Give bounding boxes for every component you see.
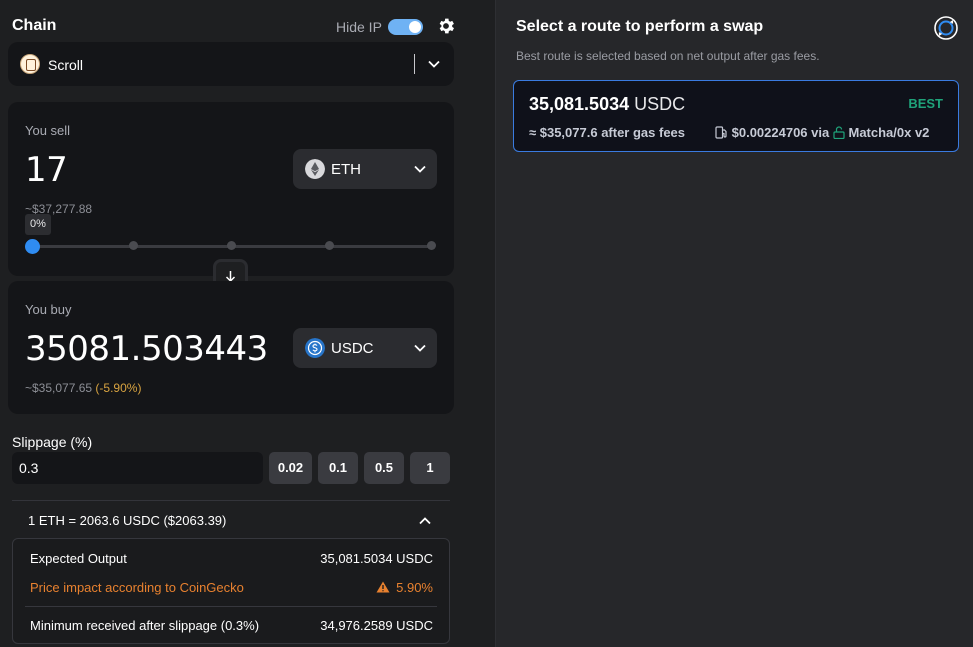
gear-icon[interactable] [436,16,456,36]
swap-panel: Chain Hide IP Scroll You sell 17 ~$37,27… [0,0,470,647]
sell-amount-input[interactable]: 17 [25,150,68,190]
gas-pump-icon [715,126,727,139]
slippage-preset-0.5[interactable]: 0.5 [364,452,404,484]
column-gap [470,0,495,647]
route-provider: Matcha/0x v2 [848,125,930,140]
sell-token-name: ETH [331,161,361,178]
slippage-label: Slippage (%) [12,434,93,450]
slippage-preset-0.1[interactable]: 0.1 [318,452,358,484]
chevron-down-icon [414,344,426,352]
chevron-down-icon [414,165,426,173]
slippage-input[interactable] [12,452,263,484]
buy-amount: 35081.503443 [25,329,268,369]
route-token: USDC [634,94,686,114]
buy-panel: You buy 35081.503443 ~$35,077.65 (-5.90%… [8,281,454,414]
chevron-down-icon[interactable] [427,57,441,71]
divider [25,606,437,607]
usdc-icon [305,338,325,358]
hide-ip-label: Hide IP [336,19,382,35]
sell-token-selector[interactable]: ETH [293,149,437,189]
routes-panel: Select a route to perform a swap Best ro… [495,0,973,647]
hide-ip-toggle[interactable] [388,19,423,35]
slider-tooltip: 0% [25,214,51,235]
route-output: 35,081.5034 USDC [529,94,685,115]
eth-icon [305,159,325,179]
route-net-output: ≈ $35,077.6 after gas fees [529,125,686,140]
price-impact-label: Price impact according to CoinGecko [30,580,244,595]
warning-icon [376,581,390,593]
rate-toggle-row[interactable]: 1 ETH = 2063.6 USDC ($2063.39) [12,500,450,538]
scroll-logo-icon [20,54,40,74]
route-option[interactable]: 35,081.5034 USDC BEST ≈ $35,077.6 after … [513,80,959,152]
buy-label: You buy [25,302,72,317]
slider-step-25[interactable] [129,241,138,250]
slider-step-100[interactable] [427,241,436,250]
slider-handle[interactable] [25,239,40,254]
min-received-label: Minimum received after slippage (0.3%) [30,618,260,633]
refresh-icon[interactable] [934,16,958,40]
best-badge: BEST [908,96,943,111]
buy-token-name: USDC [331,340,374,357]
chain-name: Scroll [48,57,84,73]
exchange-rate: 1 ETH = 2063.6 USDC ($2063.39) [28,513,227,528]
min-received-value: 34,976.2589 USDC [320,618,433,633]
sell-panel: You sell 17 ~$37,277.88 ETH 0% [8,102,454,276]
buy-token-selector[interactable]: USDC [293,328,437,368]
buy-usd-value: ~$35,077.65 (-5.90%) [25,381,141,395]
price-impact-value: 5.90% [396,580,433,595]
route-gas-cost: $0.00224706 via [731,125,830,140]
sell-label: You sell [25,123,71,138]
price-impact-value-row: 5.90% [376,580,433,595]
route-gas-info: $0.00224706 via Matcha/0x v2 [715,125,929,140]
chevron-up-icon[interactable] [418,514,432,528]
chain-selector[interactable]: Scroll [8,42,454,86]
expected-output-label: Expected Output [30,551,127,566]
toggle-knob [409,21,421,33]
route-amount-value: 35,081.5034 [529,94,630,114]
slider-step-50[interactable] [227,241,236,250]
slider-step-75[interactable] [325,241,334,250]
chain-title: Chain [12,17,57,34]
slippage-preset-0.02[interactable]: 0.02 [269,452,312,484]
swap-details: Expected Output 35,081.5034 USDC Price i… [12,538,450,644]
unlock-icon [833,126,845,140]
expected-output-value: 35,081.5034 USDC [320,551,433,566]
routes-subtitle: Best route is selected based on net outp… [516,49,820,63]
buy-usd-amount: ~$35,077.65 [25,381,93,395]
divider [414,54,415,74]
buy-impact-percent: (-5.90%) [95,381,142,395]
routes-title: Select a route to perform a swap [516,18,764,35]
slippage-preset-1[interactable]: 1 [410,452,450,484]
